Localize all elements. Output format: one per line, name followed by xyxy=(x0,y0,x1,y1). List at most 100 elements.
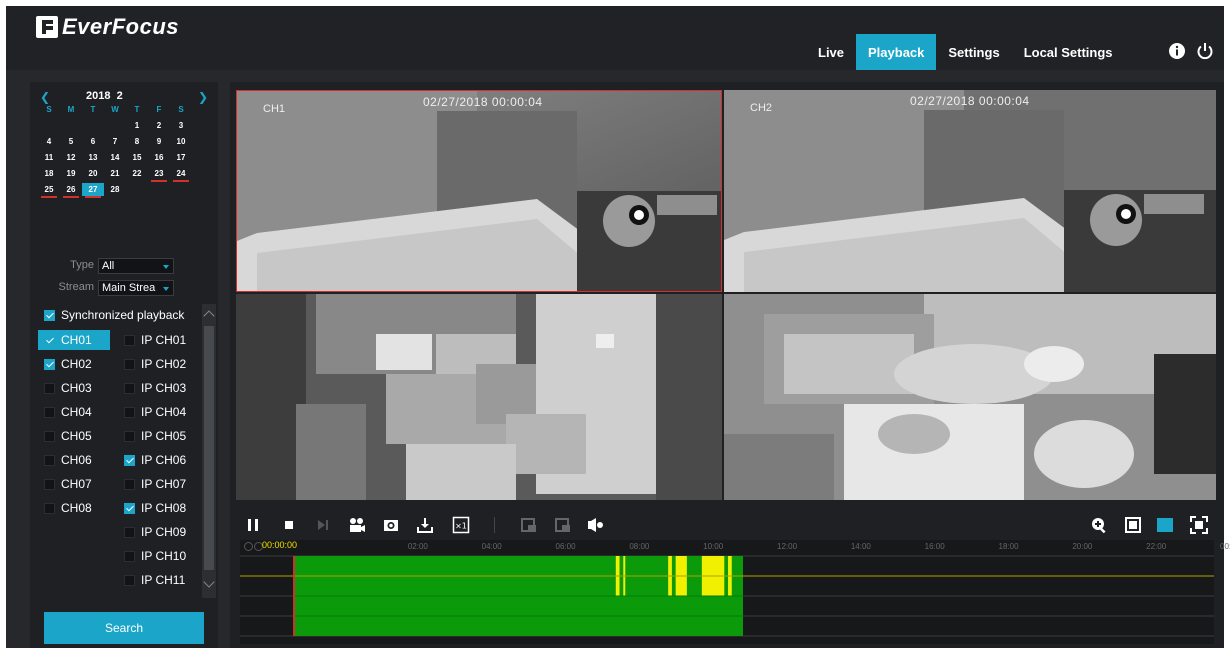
calendar-day[interactable]: 20 xyxy=(82,167,104,180)
channel-option-ch01[interactable]: CH01 xyxy=(38,330,110,350)
calendar-day[interactable]: 24 xyxy=(170,167,192,182)
ip-channel-checkbox[interactable] xyxy=(124,454,135,466)
single-view-icon[interactable] xyxy=(1124,516,1142,534)
calendar-day[interactable]: 17 xyxy=(170,151,192,164)
ip-channel-option[interactable]: IP CH05 xyxy=(118,426,202,446)
scroll-thumb[interactable] xyxy=(204,326,214,570)
calendar-day[interactable]: 7 xyxy=(104,135,126,148)
calendar-day[interactable]: 10 xyxy=(170,135,192,148)
calendar-day[interactable]: 21 xyxy=(104,167,126,180)
ip-channel-checkbox[interactable] xyxy=(124,502,135,514)
scroll-down-icon[interactable] xyxy=(203,576,215,588)
channel-checkbox[interactable] xyxy=(44,335,55,346)
calendar-day[interactable]: 5 xyxy=(60,135,82,148)
copy-icon[interactable] xyxy=(520,516,538,534)
ip-channel-option[interactable]: IP CH11 xyxy=(118,570,202,590)
paste-icon[interactable] xyxy=(554,516,572,534)
calendar-day[interactable]: 11 xyxy=(38,151,60,164)
ip-channel-checkbox[interactable] xyxy=(124,334,135,346)
nav-settings[interactable]: Settings xyxy=(936,34,1011,70)
channel-option-ch05[interactable]: CH05 xyxy=(38,426,110,446)
calendar-day[interactable]: 15 xyxy=(126,151,148,164)
calendar-day[interactable]: 14 xyxy=(104,151,126,164)
ip-channel-option[interactable]: IP CH08 xyxy=(118,498,202,518)
channel-checkbox[interactable] xyxy=(44,430,55,442)
next-month-arrow-icon[interactable]: ❯ xyxy=(198,90,208,104)
step-forward-icon[interactable] xyxy=(314,516,332,534)
calendar-day[interactable]: 13 xyxy=(82,151,104,164)
calendar-day[interactable]: 4 xyxy=(38,135,60,148)
channel-checkbox[interactable] xyxy=(44,358,55,370)
channel-option-ch04[interactable]: CH04 xyxy=(38,402,110,422)
channel-list-scrollbar[interactable] xyxy=(202,304,216,598)
channel-option-ch08[interactable]: CH08 xyxy=(38,498,110,518)
calendar-day[interactable]: 3 xyxy=(170,119,192,132)
ip-channel-option[interactable]: IP CH09 xyxy=(118,522,202,542)
zoom-in-icon[interactable] xyxy=(1090,516,1108,534)
ip-channel-checkbox[interactable] xyxy=(124,382,135,394)
calendar-day[interactable]: 6 xyxy=(82,135,104,148)
scroll-up-icon[interactable] xyxy=(203,310,215,322)
timeline[interactable]: 00:00:00 02:00 04:00 06:00 08:00 10:00 12:00 1… xyxy=(240,540,1230,644)
ip-channel-checkbox[interactable] xyxy=(124,430,135,442)
stop-icon[interactable] xyxy=(280,516,298,534)
nav-playback[interactable]: Playback xyxy=(856,34,937,70)
ip-channel-checkbox[interactable] xyxy=(124,550,135,562)
ip-channel-option[interactable]: IP CH04 xyxy=(118,402,202,422)
calendar-day[interactable]: 23 xyxy=(148,167,170,182)
ip-channel-option[interactable]: IP CH01 xyxy=(118,330,202,350)
nav-live[interactable]: Live xyxy=(806,34,856,70)
audio-icon[interactable] xyxy=(586,516,604,534)
channel-option-ch06[interactable]: CH06 xyxy=(38,450,110,470)
speed-x1-icon[interactable]: ×1 xyxy=(452,516,470,534)
ip-channel-option[interactable]: IP CH07 xyxy=(118,474,202,494)
calendar-day[interactable]: 8 xyxy=(126,135,148,148)
calendar-day[interactable]: 28 xyxy=(104,183,126,196)
channel-checkbox[interactable] xyxy=(44,382,55,394)
calendar-day[interactable]: 16 xyxy=(148,151,170,164)
info-icon[interactable] xyxy=(1168,42,1186,60)
calendar-day[interactable]: 22 xyxy=(126,167,148,180)
channel-option-ch02[interactable]: CH02 xyxy=(38,354,110,374)
calendar-day[interactable]: 27 xyxy=(82,183,104,198)
camera-users-icon[interactable] xyxy=(348,516,366,534)
search-button[interactable]: Search xyxy=(44,612,204,644)
calendar-day[interactable]: 9 xyxy=(148,135,170,148)
ip-channel-checkbox[interactable] xyxy=(124,406,135,418)
channel-checkbox[interactable] xyxy=(44,454,55,466)
video-tile-1[interactable]: CH1 02/27/2018 00:00:04 xyxy=(236,90,722,292)
type-select[interactable]: All xyxy=(98,258,174,274)
sync-playback-checkbox[interactable] xyxy=(44,309,55,321)
ip-channel-checkbox[interactable] xyxy=(124,526,135,538)
video-tile-3[interactable] xyxy=(236,294,722,500)
prev-month-arrow-icon[interactable]: ❮ xyxy=(40,90,50,104)
snapshot-icon[interactable] xyxy=(382,516,400,534)
ip-channel-option[interactable]: IP CH03 xyxy=(118,378,202,398)
video-tile-2[interactable]: CH2 02/27/2018 00:00:04 xyxy=(724,90,1216,292)
calendar-day[interactable]: 25 xyxy=(38,183,60,198)
power-icon[interactable] xyxy=(1196,42,1214,60)
channel-option-ch07[interactable]: CH07 xyxy=(38,474,110,494)
nav-local-settings[interactable]: Local Settings xyxy=(1012,34,1125,70)
channel-option-ch03[interactable]: CH03 xyxy=(38,378,110,398)
video-tile-4[interactable] xyxy=(724,294,1216,500)
calendar-day[interactable]: 19 xyxy=(60,167,82,180)
calendar-day[interactable]: 1 xyxy=(126,119,148,132)
quad-view-icon[interactable] xyxy=(1156,516,1174,534)
fullscreen-icon[interactable] xyxy=(1190,516,1208,534)
ip-channel-checkbox[interactable] xyxy=(124,478,135,490)
stream-select[interactable]: Main Strea xyxy=(98,280,174,296)
ip-channel-option[interactable]: IP CH10 xyxy=(118,546,202,566)
channel-checkbox[interactable] xyxy=(44,478,55,490)
channel-checkbox[interactable] xyxy=(44,406,55,418)
channel-checkbox[interactable] xyxy=(44,502,55,514)
ip-channel-option[interactable]: IP CH02 xyxy=(118,354,202,374)
calendar-day[interactable]: 18 xyxy=(38,167,60,180)
calendar-day[interactable]: 12 xyxy=(60,151,82,164)
ip-channel-option[interactable]: IP CH06 xyxy=(118,450,202,470)
calendar-day[interactable]: 26 xyxy=(60,183,82,198)
pause-icon[interactable] xyxy=(244,516,262,534)
timeline-canvas[interactable] xyxy=(240,540,1214,644)
ip-channel-checkbox[interactable] xyxy=(124,358,135,370)
calendar-day[interactable]: 2 xyxy=(148,119,170,132)
